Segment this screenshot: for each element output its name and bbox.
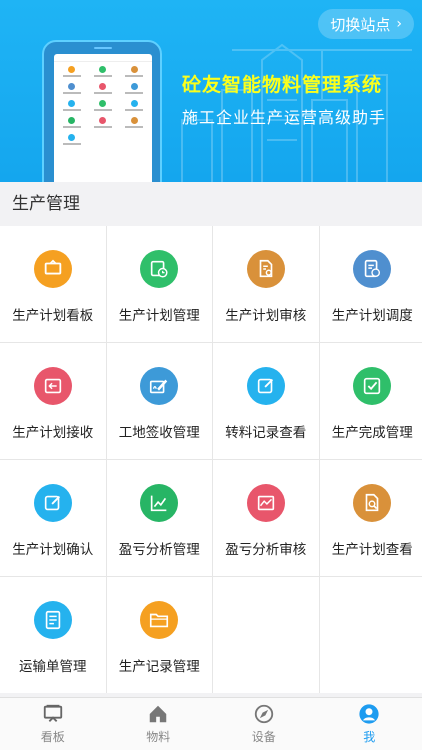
tab-equipment[interactable]: 设备 — [211, 698, 317, 750]
module-label: 运输单管理 — [19, 659, 87, 675]
trend-chart-icon — [140, 484, 179, 522]
mini-app-icon — [87, 100, 118, 111]
module-label: 生产计划接收 — [12, 425, 94, 441]
module-label: 盈亏分析审核 — [225, 542, 307, 558]
search-document-icon — [353, 484, 392, 522]
transport-doc-icon — [33, 601, 72, 639]
tab-material[interactable]: 物料 — [106, 698, 212, 750]
banner-title: 砼友智能物料管理系统 — [182, 74, 383, 96]
mini-app-icon — [87, 66, 118, 77]
mini-app-icon — [56, 100, 87, 111]
module-item[interactable]: 生产计划审核 — [213, 226, 319, 342]
board-icon — [33, 250, 72, 288]
module-item[interactable]: 运输单管理 — [0, 577, 106, 693]
tab-me[interactable]: 我 — [317, 698, 422, 750]
home-tab-icon — [150, 705, 167, 723]
module-label: 生产记录管理 — [118, 659, 200, 675]
module-item[interactable]: 生产完成管理 — [319, 343, 422, 459]
check-square-icon — [353, 367, 392, 405]
mini-app-icon — [87, 83, 118, 94]
mini-app-icon — [56, 117, 87, 128]
chevron-right-icon: › — [396, 16, 402, 32]
document-clock-icon — [353, 250, 392, 288]
line-chart-icon — [246, 484, 285, 522]
module-item[interactable]: 盈亏分析审核 — [213, 460, 319, 576]
module-item[interactable]: 生产计划调度 — [319, 226, 422, 342]
calendar-clock-icon — [140, 250, 179, 288]
module-label: 生产计划审核 — [225, 308, 307, 324]
module-label: 转料记录查看 — [225, 425, 307, 441]
mini-app-icon — [56, 134, 87, 145]
module-item[interactable]: 生产计划接收 — [0, 343, 106, 459]
section-title: 生产管理 — [0, 182, 422, 226]
bottom-tab-bar: 看板 物料 设备 我 — [0, 697, 422, 750]
edit-square-icon — [246, 367, 285, 405]
inbox-arrow-icon — [33, 367, 72, 405]
sign-pen-icon — [140, 367, 179, 405]
mini-app-icon — [119, 83, 150, 94]
mini-app-icon — [87, 117, 118, 128]
module-label: 生产计划确认 — [12, 542, 94, 558]
tab-equipment-label: 设备 — [251, 730, 276, 744]
board-tab-icon — [43, 704, 62, 722]
edit-square-icon — [33, 484, 72, 522]
mini-app-icon — [119, 66, 150, 77]
module-label: 生产计划调度 — [331, 308, 413, 324]
module-item[interactable]: 生产计划查看 — [319, 460, 422, 576]
phone-mockup-graphic — [42, 40, 162, 182]
module-label: 生产计划看板 — [12, 308, 94, 324]
module-grid: 生产计划看板 生产计划管理 生产计划审核 生产计划调度生产计划接收 工地签收管理 转料记录… — [0, 226, 422, 693]
mini-app-icon — [119, 100, 150, 111]
module-item[interactable]: 转料记录查看 — [213, 343, 319, 459]
module-item[interactable]: 工地签收管理 — [106, 343, 212, 459]
empty-grid-cell — [319, 577, 422, 693]
module-label: 工地签收管理 — [118, 425, 200, 441]
switch-site-label: 切换站点 — [330, 15, 391, 34]
module-item[interactable]: 生产计划看板 — [0, 226, 106, 342]
user-tab-icon — [359, 704, 379, 724]
module-label: 生产计划查看 — [331, 542, 413, 558]
tab-board[interactable]: 看板 — [0, 698, 106, 750]
tab-me-label: 我 — [363, 730, 376, 744]
switch-site-button[interactable]: 切换站点 › — [318, 9, 414, 39]
document-gear-icon — [246, 250, 285, 288]
navigation-tab-icon — [254, 704, 273, 724]
module-label: 生产计划管理 — [118, 308, 200, 324]
mini-app-icon — [56, 83, 87, 94]
folder-icon — [140, 601, 179, 639]
mini-app-icon — [56, 66, 87, 77]
module-item[interactable]: 盈亏分析管理 — [106, 460, 212, 576]
module-label: 盈亏分析管理 — [118, 542, 200, 558]
empty-grid-cell — [213, 577, 319, 693]
tab-board-label: 看板 — [40, 730, 65, 744]
tab-material-label: 物料 — [146, 730, 171, 744]
module-item[interactable]: 生产记录管理 — [106, 577, 212, 693]
module-item[interactable]: 生产计划管理 — [106, 226, 212, 342]
mini-app-icon — [119, 117, 150, 128]
module-label: 生产完成管理 — [331, 425, 413, 441]
header-banner: 切换站点 › 砼友智能物料管理系统 施工企业生产运营高级助手 — [0, 0, 422, 182]
banner-subtitle: 施工企业生产运营高级助手 — [182, 108, 387, 127]
module-item[interactable]: 生产计划确认 — [0, 460, 106, 576]
